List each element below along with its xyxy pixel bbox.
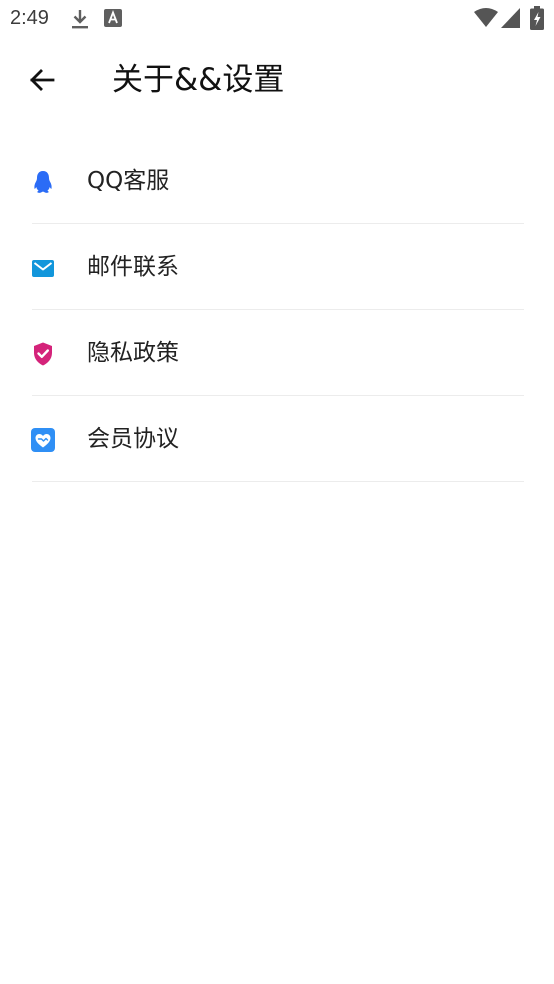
qq-penguin-icon [30,169,56,195]
status-bar: 2:49 [0,0,554,36]
menu-item-label: QQ客服 [87,168,170,194]
download-icon [72,10,88,29]
status-time: 2:49 [10,7,49,29]
menu-item-email-contact[interactable]: 邮件联系 [0,224,554,310]
menu-item-member-agreement[interactable]: 会员协议 [0,396,554,482]
divider [32,481,524,482]
signal-icon [501,8,520,28]
member-agreement-icon [30,427,56,453]
wifi-icon [474,8,498,27]
arrow-left-icon [30,69,55,91]
back-button[interactable] [20,58,64,102]
app-bar: 关于&&设置 [0,46,554,114]
battery-charging-icon [530,6,544,30]
settings-menu-list: QQ客服 邮件联系 隐私政策 会员协议 [0,138,554,482]
menu-item-qq-service[interactable]: QQ客服 [0,138,554,224]
menu-item-privacy-policy[interactable]: 隐私政策 [0,310,554,396]
mail-icon [30,255,56,281]
text-a-icon [104,9,122,27]
menu-item-label: 会员协议 [87,426,179,452]
menu-item-label: 邮件联系 [87,254,179,280]
privacy-shield-icon [30,341,56,367]
menu-item-label: 隐私政策 [87,340,179,366]
page-title: 关于&&设置 [112,62,285,98]
